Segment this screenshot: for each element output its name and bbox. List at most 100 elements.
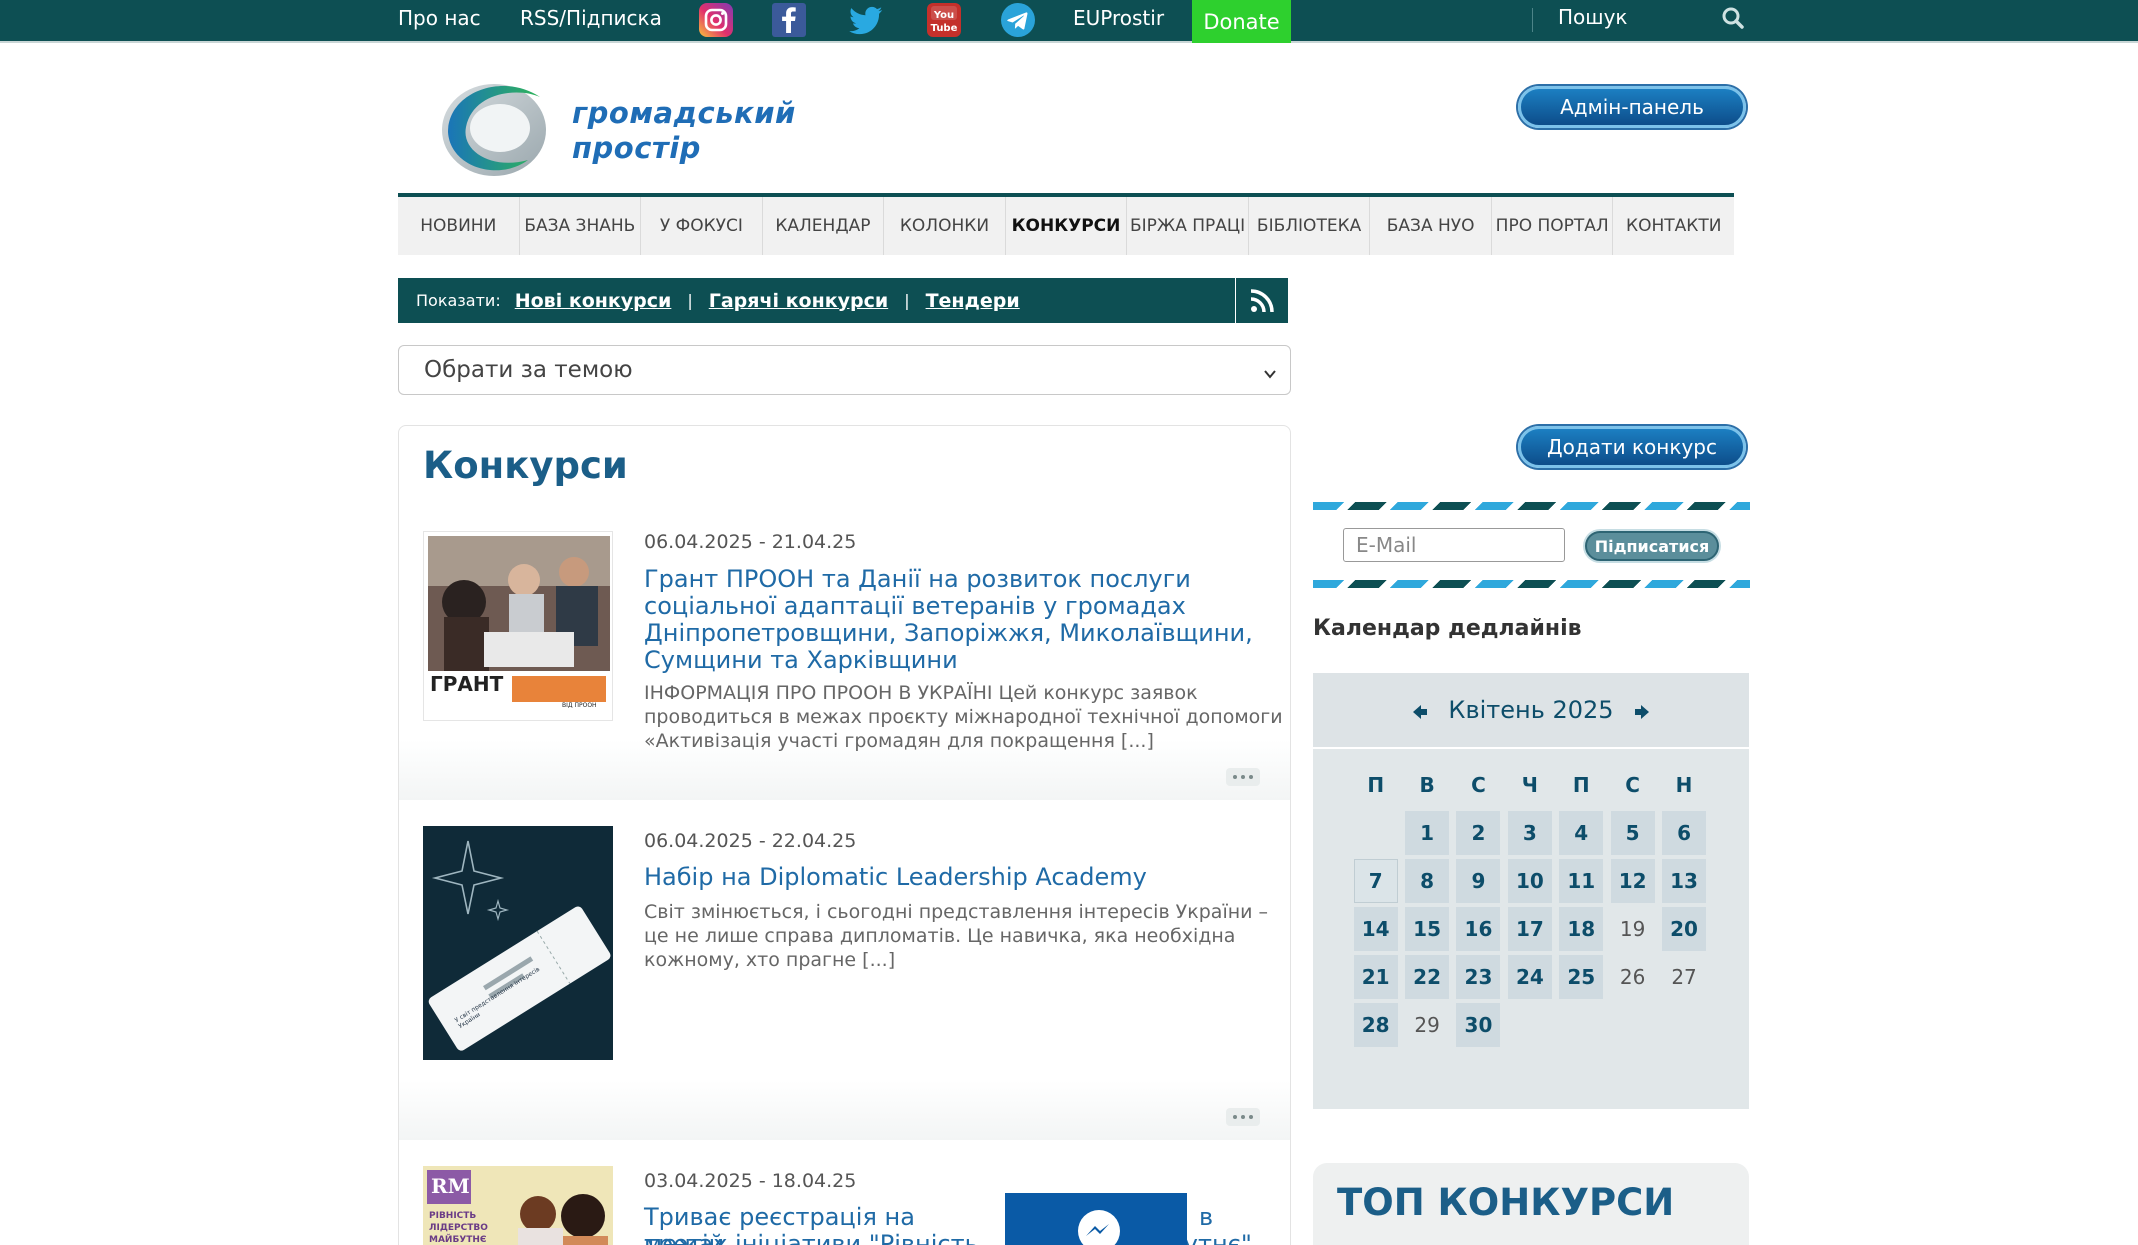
calendar-day-link[interactable]: 17 [1504, 907, 1555, 951]
calendar-day-link[interactable]: 1 [1401, 811, 1452, 855]
calendar-day-link[interactable]: 28 [1350, 1003, 1401, 1047]
nav-item-ngo-base[interactable]: БАЗА НУО [1370, 197, 1492, 255]
subscribe-button[interactable]: Підписатися [1585, 531, 1719, 561]
nav-item-knowledge-base[interactable]: БАЗА ЗНАНЬ [520, 197, 642, 255]
calendar-month: Квітень 2025 [1448, 696, 1614, 724]
contest-title-link[interactable]: Грант ПРООН та Данії на розвиток послуги… [644, 566, 1274, 674]
calendar-day: 26 [1619, 965, 1646, 989]
about-link[interactable]: Про нас [398, 6, 481, 30]
nav-item-contacts[interactable]: КОНТАКТИ [1613, 197, 1734, 255]
filter-new-contests[interactable]: Нові конкурси [515, 290, 672, 312]
page-title: Конкурси [423, 444, 628, 487]
contest-title-link[interactable]: в [1199, 1204, 1239, 1231]
nav-item-about-portal[interactable]: ПРО ПОРТАЛ [1492, 197, 1614, 255]
contest-title-link[interactable]: Набір на Diplomatic Leadership Academy [644, 864, 1274, 891]
calendar-day-link[interactable]: 18 [1556, 907, 1607, 951]
calendar-day-link[interactable]: 12 [1607, 859, 1658, 903]
top-contests-title: ТОП КОНКУРСИ [1337, 1181, 1675, 1224]
telegram-icon[interactable] [1000, 2, 1036, 38]
twitter-icon[interactable] [846, 2, 886, 38]
rss-feed-button[interactable] [1236, 278, 1288, 323]
calendar-day-link[interactable]: 13 [1658, 859, 1709, 903]
calendar-day-link[interactable]: 16 [1453, 907, 1504, 951]
prev-month-arrow-icon[interactable] [1410, 700, 1430, 720]
calendar-day-link[interactable]: 9 [1453, 859, 1504, 903]
add-contest-button[interactable]: Додати конкурс [1518, 426, 1746, 468]
calendar-day-link[interactable]: 15 [1401, 907, 1452, 951]
nav-item-calendar[interactable]: КАЛЕНДАР [763, 197, 885, 255]
more-dots-button[interactable] [1226, 1108, 1260, 1126]
contest-excerpt: Світ змінюється, і сьогодні представленн… [644, 901, 1269, 971]
calendar-day-number: 30 [1456, 1003, 1501, 1047]
filter-tenders[interactable]: Тендери [926, 290, 1020, 312]
calendar-day-link[interactable]: 14 [1350, 907, 1401, 951]
calendar-day-number: 3 [1507, 811, 1552, 855]
contest-title-link[interactable]: межах ініціативи "Рівність Л [644, 1231, 1004, 1245]
nav-item-jobs[interactable]: БІРЖА ПРАЦІ [1127, 197, 1249, 255]
calendar-day-link[interactable]: 25 [1556, 955, 1607, 999]
calendar-day-number: 18 [1559, 907, 1604, 951]
calendar-day-link[interactable]: 6 [1658, 811, 1709, 855]
weekday-label: С [1471, 773, 1486, 797]
calendar-day-link[interactable]: 2 [1453, 811, 1504, 855]
email-field[interactable]: E-Mail [1343, 528, 1565, 562]
nav-item-news[interactable]: НОВИНИ [398, 197, 520, 255]
calendar-day-link[interactable]: 30 [1453, 1003, 1504, 1047]
stripe-decoration [1313, 580, 1750, 588]
youtube-icon[interactable]: You Tube [926, 2, 962, 38]
contest-thumbnail[interactable]: У світ представлення інтересів України [423, 826, 613, 1060]
rss-icon [1250, 288, 1274, 312]
calendar-day-number: 21 [1353, 955, 1398, 999]
facebook-icon[interactable] [771, 2, 807, 38]
messenger-chat-button[interactable] [1005, 1193, 1187, 1245]
search-label[interactable]: Пошук [1558, 5, 1628, 29]
calendar-day: 27 [1671, 965, 1697, 989]
calendar-empty-cell [1607, 1003, 1658, 1047]
logo-line-1: громадський [572, 96, 796, 130]
next-month-arrow-icon[interactable] [1632, 700, 1652, 720]
calendar-day-link[interactable]: 20 [1658, 907, 1709, 951]
calendar-day-link[interactable]: 24 [1504, 955, 1555, 999]
calendar-day-link[interactable]: 7 [1350, 859, 1401, 903]
weekday-label: Ч [1521, 773, 1538, 797]
calendar-day-link[interactable]: 3 [1504, 811, 1555, 855]
nav-item-contests[interactable]: КОНКУРСИ [1006, 197, 1128, 255]
calendar-day-link[interactable]: 23 [1453, 955, 1504, 999]
logo-wordmark: громадський простір [572, 96, 796, 166]
instagram-icon[interactable] [698, 2, 734, 38]
calendar-day-number: 14 [1353, 907, 1398, 951]
filter-hot-contests[interactable]: Гарячі конкурси [709, 290, 888, 312]
topic-select[interactable]: Обрати за темою [398, 345, 1291, 395]
nav-item-library[interactable]: БІБЛІОТЕКА [1249, 197, 1371, 255]
thumb-grant-label: ГРАНТ [430, 672, 504, 696]
top-contests-box: ТОП КОНКУРСИ [1313, 1163, 1749, 1245]
donate-button[interactable]: Donate [1192, 0, 1291, 43]
calendar-day-link[interactable]: 22 [1401, 955, 1452, 999]
calendar-day-link[interactable]: 4 [1556, 811, 1607, 855]
calendar-day-number: 12 [1610, 859, 1655, 903]
calendar-day-number: 25 [1559, 955, 1604, 999]
contest-date: 06.04.2025 - 21.04.25 [644, 531, 857, 553]
subscribe-form: E-Mail Підписатися [1313, 502, 1750, 588]
contest-thumbnail[interactable]: RM РІВНІСТЬ ЛІДЕРСТВО МАЙБУТНЄ [423, 1166, 613, 1245]
calendar-day-link[interactable]: 8 [1401, 859, 1452, 903]
euprostir-link[interactable]: EUProstir [1073, 6, 1164, 30]
nav-item-in-focus[interactable]: У ФОКУСІ [641, 197, 763, 255]
contest-date: 06.04.2025 - 22.04.25 [644, 830, 857, 852]
nav-item-columns[interactable]: КОЛОНКИ [884, 197, 1006, 255]
thumb-grant-badge: ВІД ПРООН [562, 702, 597, 709]
contest-thumbnail[interactable]: ГРАНТ ВІД ПРООН [423, 531, 613, 721]
calendar-day-number: 1 [1405, 811, 1450, 855]
search-icon[interactable] [1720, 5, 1746, 31]
more-dots-button[interactable] [1226, 768, 1260, 786]
calendar-day-number: 24 [1507, 955, 1552, 999]
weekday-label: П [1572, 773, 1590, 797]
calendar-day-link[interactable]: 5 [1607, 811, 1658, 855]
calendar-day-number: 2 [1456, 811, 1501, 855]
calendar-day-link[interactable]: 10 [1504, 859, 1555, 903]
calendar-day-link[interactable]: 21 [1350, 955, 1401, 999]
rss-subscription-link[interactable]: RSS/Підписка [520, 6, 662, 30]
calendar-day-link[interactable]: 11 [1556, 859, 1607, 903]
contest-date: 03.04.2025 - 18.04.25 [644, 1170, 857, 1192]
admin-panel-button[interactable]: Адмін-панель [1518, 86, 1746, 128]
